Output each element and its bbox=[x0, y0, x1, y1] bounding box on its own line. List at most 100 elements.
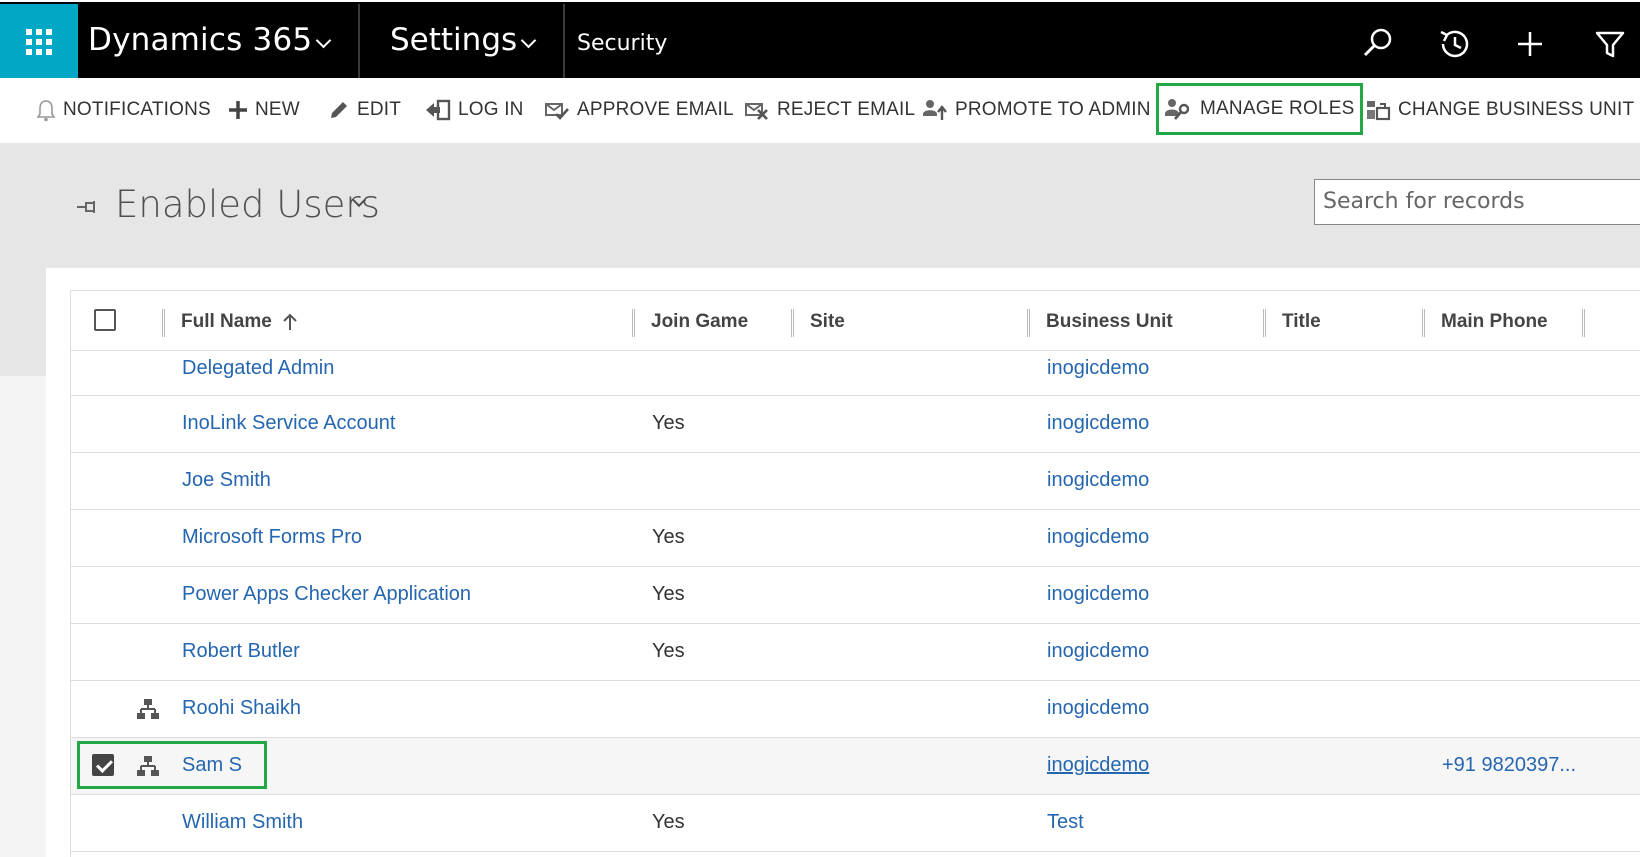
edit-label: EDIT bbox=[357, 99, 402, 120]
chevron-down-icon[interactable] bbox=[520, 32, 537, 49]
full-name-link[interactable]: Delegated Admin bbox=[182, 357, 334, 380]
table-row[interactable]: Sam S inogicdemo +91 9820397... bbox=[71, 738, 1640, 795]
reject-email-button[interactable]: REJECT EMAIL bbox=[744, 92, 915, 128]
app-name[interactable]: Dynamics 365 bbox=[88, 22, 312, 58]
join-game-cell: Yes bbox=[652, 583, 685, 605]
approve-email-label: APPROVE EMAIL bbox=[577, 99, 734, 120]
join-game-cell: Yes bbox=[652, 640, 685, 662]
business-unit-link[interactable]: Test bbox=[1047, 811, 1084, 834]
column-separator[interactable] bbox=[1027, 309, 1030, 337]
pencil-icon bbox=[331, 102, 347, 118]
chevron-down-icon[interactable] bbox=[315, 32, 332, 49]
business-unit-link[interactable]: inogicdemo bbox=[1047, 583, 1149, 606]
column-separator[interactable] bbox=[632, 309, 635, 337]
main-phone-link[interactable]: +91 9820397... bbox=[1442, 754, 1576, 777]
reject-email-label: REJECT EMAIL bbox=[777, 99, 916, 120]
bell-icon bbox=[36, 100, 56, 122]
recent-history-icon[interactable] bbox=[1434, 24, 1474, 64]
notifications-label: NOTIFICATIONS bbox=[63, 99, 211, 120]
manage-roles-icon bbox=[1165, 99, 1190, 120]
join-game-cell: Yes bbox=[652, 526, 685, 548]
subarea-name[interactable]: Security bbox=[577, 31, 667, 56]
business-unit-link[interactable]: inogicdemo bbox=[1047, 357, 1149, 380]
column-header-full-name[interactable]: Full Name bbox=[181, 311, 297, 333]
join-game-cell: Yes bbox=[652, 811, 685, 833]
hierarchy-icon[interactable] bbox=[137, 698, 159, 720]
full-name-link[interactable]: Microsoft Forms Pro bbox=[182, 526, 362, 549]
grid-header: Full Name Join Game Site Business Unit T… bbox=[71, 290, 1640, 351]
full-name-link[interactable]: William Smith bbox=[182, 811, 303, 834]
select-all-checkbox[interactable] bbox=[94, 309, 116, 331]
manage-roles-button[interactable]: MANAGE ROLES bbox=[1156, 83, 1364, 135]
promote-user-icon bbox=[923, 100, 947, 120]
column-separator[interactable] bbox=[791, 309, 794, 337]
full-name-link[interactable]: Power Apps Checker Application bbox=[182, 583, 471, 606]
column-separator[interactable] bbox=[1422, 309, 1425, 337]
column-header-main-phone[interactable]: Main Phone bbox=[1441, 311, 1548, 333]
view-title[interactable]: Enabled Users bbox=[115, 183, 380, 226]
left-gutter bbox=[0, 376, 46, 857]
business-unit-link[interactable]: inogicdemo bbox=[1047, 526, 1149, 549]
business-unit-link[interactable]: inogicdemo bbox=[1047, 640, 1149, 663]
full-name-link[interactable]: Sam S bbox=[182, 754, 242, 777]
column-header-site[interactable]: Site bbox=[810, 311, 845, 333]
column-separator[interactable] bbox=[1263, 309, 1266, 337]
full-name-link[interactable]: Roohi Shaikh bbox=[182, 697, 301, 720]
row-checkbox[interactable] bbox=[92, 754, 114, 776]
login-label: LOG IN bbox=[458, 99, 524, 120]
login-button[interactable]: LOG IN bbox=[425, 92, 524, 128]
table-row[interactable]: Delegated Admin inogicdemo bbox=[71, 351, 1640, 396]
business-unit-link[interactable]: inogicdemo bbox=[1047, 469, 1149, 492]
approve-email-icon bbox=[545, 103, 569, 120]
full-name-link[interactable]: Robert Butler bbox=[182, 640, 300, 663]
change-business-unit-button[interactable]: CHANGE BUSINESS UNIT bbox=[1365, 92, 1634, 128]
table-row[interactable]: Robert Butler Yes inogicdemo bbox=[71, 624, 1640, 681]
promote-to-admin-button[interactable]: PROMOTE TO ADMIN bbox=[922, 92, 1151, 128]
app-launcher-button[interactable] bbox=[0, 4, 78, 80]
area-name[interactable]: Settings bbox=[390, 22, 517, 58]
column-header-label: Full Name bbox=[181, 311, 272, 332]
full-name-link[interactable]: InoLink Service Account bbox=[182, 412, 395, 435]
pin-icon[interactable] bbox=[76, 199, 100, 215]
change-business-unit-label: CHANGE BUSINESS UNIT bbox=[1398, 99, 1635, 120]
column-separator[interactable] bbox=[162, 309, 165, 337]
approve-email-button[interactable]: APPROVE EMAIL bbox=[544, 92, 734, 128]
table-row[interactable]: William Smith Yes Test bbox=[71, 795, 1640, 852]
sort-ascending-icon bbox=[283, 313, 297, 330]
sign-in-icon bbox=[426, 99, 451, 121]
column-separator[interactable] bbox=[1582, 309, 1585, 337]
table-row[interactable]: Roohi Shaikh inogicdemo bbox=[71, 681, 1640, 738]
plus-icon bbox=[229, 101, 247, 119]
waffle-icon bbox=[26, 29, 52, 55]
manage-roles-label: MANAGE ROLES bbox=[1200, 98, 1355, 119]
hierarchy-icon[interactable] bbox=[137, 755, 159, 777]
table-row[interactable]: Microsoft Forms Pro Yes inogicdemo bbox=[71, 510, 1640, 567]
business-unit-link[interactable]: inogicdemo bbox=[1047, 754, 1149, 777]
table-row[interactable]: Joe Smith inogicdemo bbox=[71, 453, 1640, 510]
search-icon[interactable] bbox=[1358, 24, 1398, 64]
table-row[interactable]: InoLink Service Account Yes inogicdemo bbox=[71, 396, 1640, 453]
new-button[interactable]: NEW bbox=[228, 92, 300, 128]
column-header-business-unit[interactable]: Business Unit bbox=[1046, 311, 1173, 333]
command-bar: NOTIFICATIONS NEW EDIT LOG IN APPROVE EM… bbox=[0, 78, 1640, 144]
column-header-join-game[interactable]: Join Game bbox=[651, 311, 748, 333]
nav-divider bbox=[563, 4, 565, 80]
column-header-title[interactable]: Title bbox=[1282, 311, 1321, 333]
full-name-link[interactable]: Joe Smith bbox=[182, 469, 271, 492]
edit-button[interactable]: EDIT bbox=[328, 92, 401, 128]
users-grid: Full Name Join Game Site Business Unit T… bbox=[70, 290, 1640, 857]
business-unit-link[interactable]: inogicdemo bbox=[1047, 412, 1149, 435]
business-unit-icon bbox=[1367, 101, 1391, 121]
reject-email-icon bbox=[745, 103, 768, 120]
nav-divider bbox=[358, 4, 360, 80]
search-input[interactable]: Search for records bbox=[1314, 179, 1640, 225]
join-game-cell: Yes bbox=[652, 412, 685, 434]
table-row[interactable]: Power Apps Checker Application Yes inogi… bbox=[71, 567, 1640, 624]
top-nav-bar: Dynamics 365 Settings Security bbox=[0, 0, 1640, 80]
notifications-button[interactable]: NOTIFICATIONS bbox=[36, 92, 211, 128]
business-unit-link[interactable]: inogicdemo bbox=[1047, 697, 1149, 720]
filter-icon[interactable] bbox=[1590, 24, 1630, 64]
plus-icon[interactable] bbox=[1510, 24, 1550, 64]
promote-to-admin-label: PROMOTE TO ADMIN bbox=[955, 99, 1151, 120]
new-label: NEW bbox=[255, 99, 300, 120]
